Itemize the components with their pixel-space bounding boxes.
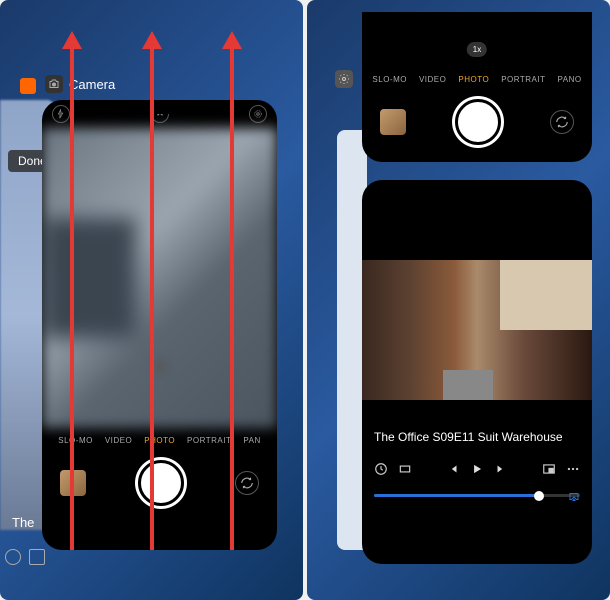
shutter-button[interactable] — [138, 460, 184, 506]
vlc-app-icon — [20, 78, 36, 94]
pip-icon[interactable] — [542, 462, 556, 476]
clock-icon[interactable] — [5, 549, 21, 565]
camera-flip-icon[interactable] — [235, 471, 259, 495]
mode-slomo[interactable]: SLO-MO — [372, 75, 407, 84]
camera-flip-icon[interactable] — [550, 110, 574, 134]
video-frame[interactable] — [362, 260, 592, 400]
flash-off-icon[interactable] — [52, 105, 70, 123]
play-icon[interactable] — [470, 462, 484, 476]
mode-video[interactable]: VIDEO — [105, 436, 132, 445]
mode-slomo[interactable]: SLO-MO — [58, 436, 93, 445]
progress-bar[interactable] — [374, 494, 580, 497]
live-photo-icon[interactable] — [249, 105, 267, 123]
focus-indicator — [153, 359, 167, 373]
mode-pano[interactable]: PANO — [558, 75, 582, 84]
left-panel-app-switcher: Done The Camera — [0, 0, 303, 600]
right-panel-app-switcher: 1x SLO-MO VIDEO PHOTO PORTRAIT PANO The … — [307, 0, 610, 600]
mode-portrait[interactable]: PORTRAIT — [187, 436, 231, 445]
more-icon[interactable] — [566, 462, 580, 476]
mode-portrait[interactable]: PORTRAIT — [501, 75, 545, 84]
phone-notch — [120, 100, 200, 114]
progress-fill — [374, 494, 539, 497]
progress-knob[interactable] — [534, 491, 544, 501]
zoom-badge[interactable]: 1x — [467, 42, 487, 57]
mode-photo[interactable]: PHOTO — [458, 75, 489, 84]
camera-app-icon — [45, 75, 63, 93]
airplay-icon[interactable] — [568, 490, 580, 502]
camera-mode-selector[interactable]: SLO-MO VIDEO PHOTO PORTRAIT PAN — [42, 428, 277, 453]
aspect-icon[interactable] — [29, 549, 45, 565]
mode-photo[interactable]: PHOTO — [144, 436, 175, 445]
clock-icon[interactable] — [374, 462, 388, 476]
video-player-card[interactable]: The Office S09E11 Suit Warehouse — [362, 180, 592, 564]
video-title-truncated: The — [12, 515, 34, 530]
player-controls — [362, 454, 592, 484]
app-card-label: Camera — [69, 77, 115, 92]
swipe-up-arrow-icon — [70, 45, 74, 550]
camera-card-dismissing[interactable]: 1x SLO-MO VIDEO PHOTO PORTRAIT PANO — [362, 12, 592, 162]
camera-shutter-row — [362, 92, 592, 152]
mode-video[interactable]: VIDEO — [419, 75, 446, 84]
shutter-button[interactable] — [455, 99, 501, 145]
last-photo-thumbnail[interactable] — [380, 109, 406, 135]
gear-icon — [335, 70, 353, 88]
camera-app-card[interactable]: SLO-MO VIDEO PHOTO PORTRAIT PAN — [42, 100, 277, 550]
previous-icon[interactable] — [446, 462, 460, 476]
camera-shutter-row — [42, 453, 277, 513]
mode-pano[interactable]: PAN — [243, 436, 260, 445]
next-icon[interactable] — [494, 462, 508, 476]
camera-viewfinder[interactable] — [42, 128, 277, 428]
app-card-header: Camera — [45, 75, 115, 93]
video-title: The Office S09E11 Suit Warehouse — [362, 400, 592, 454]
video-mini-controls — [5, 549, 45, 565]
aspect-icon[interactable] — [398, 462, 412, 476]
swipe-up-arrow-icon — [150, 45, 154, 550]
camera-mode-selector[interactable]: SLO-MO VIDEO PHOTO PORTRAIT PANO — [362, 67, 592, 92]
swipe-up-arrow-icon — [230, 45, 234, 550]
